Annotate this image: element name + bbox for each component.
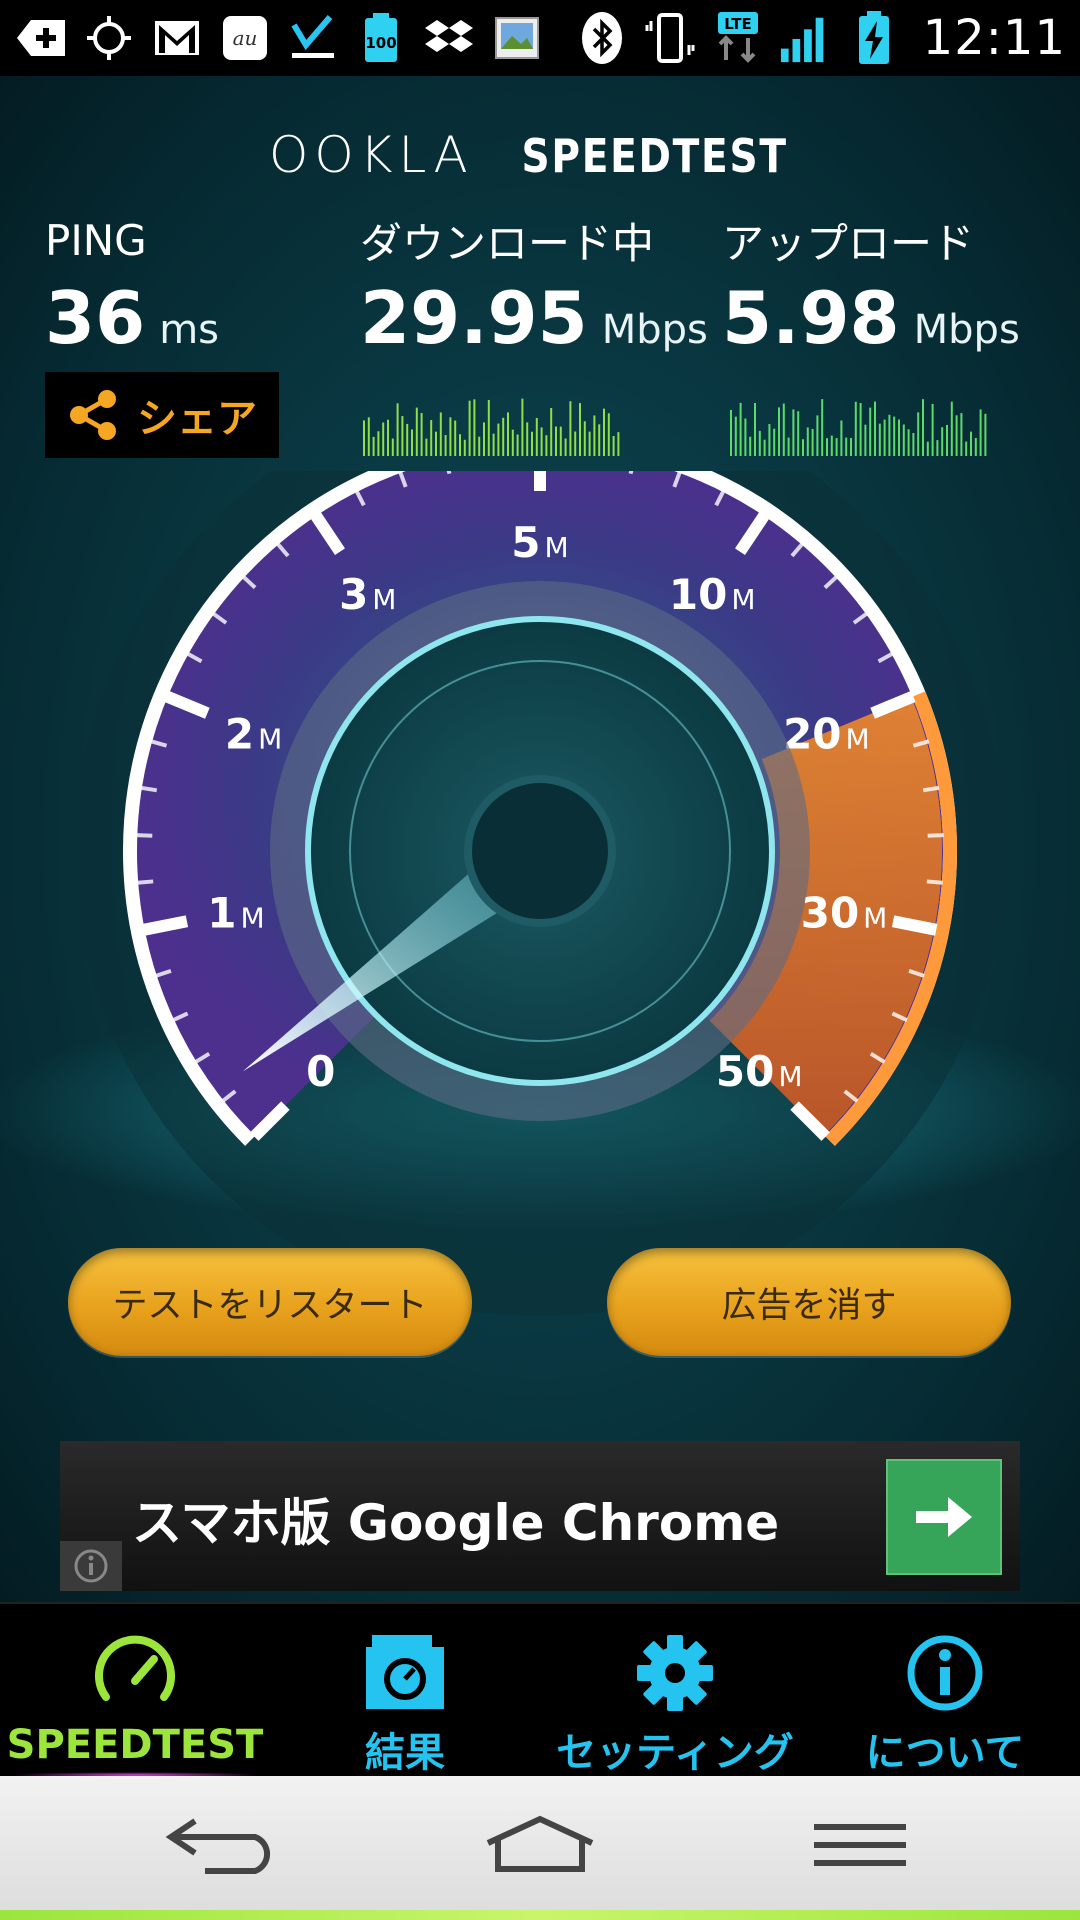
gps-icon bbox=[82, 11, 136, 65]
system-indicators: LTE 12:11 bbox=[575, 6, 1066, 70]
results-folder-icon bbox=[362, 1630, 448, 1716]
download-value: 29.95 Mbps bbox=[360, 276, 708, 360]
au-icon: au bbox=[218, 11, 272, 65]
bottom-tab-bar: SPEEDTEST 結果 セッティング について bbox=[0, 1602, 1080, 1778]
gauge-minor-tick bbox=[137, 879, 154, 885]
home-icon bbox=[486, 1815, 594, 1872]
download-unit: Mbps bbox=[601, 307, 708, 353]
gauge-minor-tick bbox=[136, 833, 153, 838]
nav-glow-line bbox=[0, 1910, 1080, 1920]
app-logo: OOKLA SPEEDTEST bbox=[0, 126, 1080, 184]
tab-settings-label: セッティング bbox=[556, 1730, 794, 1776]
check-icon bbox=[286, 11, 340, 65]
remove-ads-button[interactable]: 広告を消す bbox=[607, 1248, 1011, 1356]
speed-gauge: 01 M2 M3 M5 M10 M20 M30 M50 M bbox=[0, 471, 1080, 1316]
plus-icon bbox=[14, 11, 68, 65]
upload-label: アップロード bbox=[722, 219, 975, 268]
battery-charging-icon bbox=[847, 11, 901, 65]
gmail-icon bbox=[150, 11, 204, 65]
notification-icons: au 100 bbox=[14, 10, 544, 66]
bluetooth-icon bbox=[575, 11, 629, 65]
ping-unit: ms bbox=[159, 307, 220, 353]
menu-button[interactable] bbox=[780, 1800, 940, 1890]
dropbox-icon bbox=[422, 11, 476, 65]
ad-text: スマホ版 Google Chrome bbox=[132, 1494, 780, 1552]
system-nav-bar bbox=[0, 1776, 1080, 1920]
restart-test-button[interactable]: テストをリスタート bbox=[68, 1248, 472, 1356]
back-button[interactable] bbox=[140, 1800, 300, 1890]
upload-number: 5.98 bbox=[722, 276, 900, 360]
tab-results-label: 結果 bbox=[365, 1730, 445, 1776]
brand-speedtest: SPEEDTEST bbox=[521, 129, 788, 183]
menu-icon bbox=[814, 1824, 906, 1866]
tab-speedtest[interactable]: SPEEDTEST bbox=[0, 1604, 270, 1778]
download-sparkline bbox=[363, 398, 620, 456]
gauge-major-tick bbox=[891, 915, 938, 936]
download-number: 29.95 bbox=[360, 276, 588, 360]
tab-settings[interactable]: セッティング bbox=[540, 1604, 810, 1778]
gear-icon bbox=[635, 1630, 715, 1716]
share-label: シェア bbox=[137, 396, 257, 442]
needle-hub bbox=[464, 775, 616, 927]
svg-text:100: 100 bbox=[365, 34, 396, 52]
arrow-right-icon bbox=[916, 1497, 972, 1537]
vibrate-icon bbox=[643, 11, 697, 65]
speedometer-icon bbox=[92, 1630, 178, 1718]
tab-about-label: について bbox=[865, 1730, 1025, 1776]
share-icon bbox=[70, 390, 116, 440]
ad-banner[interactable]: スマホ版 Google Chrome bbox=[60, 1441, 1020, 1591]
ping-number: 36 bbox=[45, 276, 146, 360]
ad-info-icon[interactable] bbox=[60, 1541, 122, 1591]
home-button[interactable] bbox=[460, 1800, 620, 1890]
status-bar: au 100 LTE 12:11 bbox=[0, 0, 1080, 76]
svg-text:au: au bbox=[233, 26, 258, 50]
ping-value: 36 ms bbox=[45, 276, 219, 360]
ping-label: PING bbox=[45, 216, 147, 265]
ad-arrow-button[interactable] bbox=[886, 1459, 1002, 1575]
back-icon bbox=[165, 1818, 271, 1874]
upload-unit: Mbps bbox=[913, 307, 1020, 353]
download-label: ダウンロード中 bbox=[360, 219, 655, 268]
battery-100-icon: 100 bbox=[354, 11, 408, 65]
share-button[interactable]: シェア bbox=[45, 372, 279, 458]
gauge-tick-label: 0 bbox=[306, 1047, 335, 1096]
gauge-major-tick bbox=[142, 915, 189, 936]
tab-about[interactable]: について bbox=[810, 1604, 1080, 1778]
info-icon bbox=[905, 1630, 985, 1716]
brand-ookla: OOKLA bbox=[269, 126, 474, 184]
clock: 12:11 bbox=[922, 10, 1066, 66]
lte-icon: LTE bbox=[711, 11, 765, 65]
gauge-minor-tick bbox=[140, 785, 158, 793]
speedtest-screen: OOKLA SPEEDTEST PING 36 ms ダウンロード中 29.95 Mb… bbox=[0, 76, 1080, 1602]
gauge-minor-tick bbox=[922, 785, 940, 793]
signal-icon bbox=[779, 11, 833, 65]
svg-text:LTE: LTE bbox=[724, 15, 752, 33]
gauge-minor-tick bbox=[927, 833, 944, 838]
upload-sparkline bbox=[730, 399, 987, 456]
tab-results[interactable]: 結果 bbox=[270, 1604, 540, 1778]
gallery-icon bbox=[490, 11, 544, 65]
tab-speedtest-label: SPEEDTEST bbox=[6, 1722, 264, 1768]
upload-value: 5.98 Mbps bbox=[722, 276, 1020, 360]
gauge-minor-tick bbox=[926, 879, 943, 885]
